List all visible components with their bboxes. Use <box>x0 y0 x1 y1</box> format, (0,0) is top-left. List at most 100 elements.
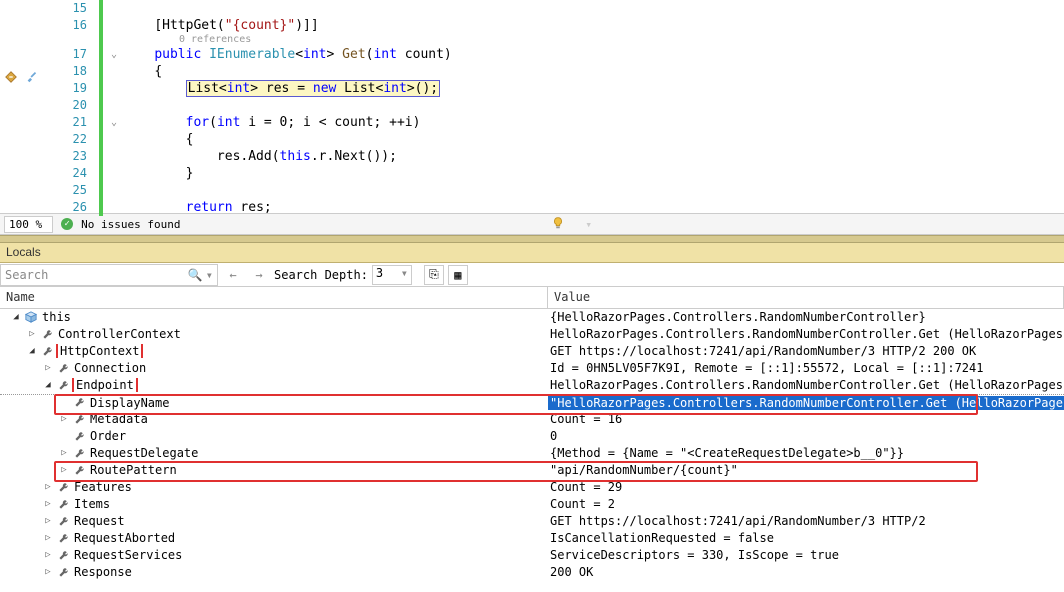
row-name: RequestAborted <box>72 531 175 545</box>
locals-row[interactable]: ▷ ControllerContext HelloRazorPages.Contro… <box>0 326 1064 343</box>
wrench-icon <box>56 361 70 375</box>
expand-toggle[interactable]: ▷ <box>42 566 54 578</box>
locals-row[interactable]: ▷ RequestServices ServiceDescriptors = 330… <box>0 547 1064 564</box>
row-name: Order <box>88 429 126 443</box>
line-numbers: 15 16 17 18 19 20 21 22 23 24 25 26 <box>42 0 97 213</box>
search-input[interactable]: Search 🔍 ▾ <box>0 264 218 286</box>
column-name[interactable]: Name <box>0 287 548 308</box>
locals-row[interactable]: ▷ Response 200 OK <box>0 564 1064 581</box>
wrench-icon <box>56 531 70 545</box>
wrench-icon <box>56 378 70 392</box>
expand-toggle[interactable] <box>58 430 70 442</box>
wrench-icon <box>56 565 70 579</box>
row-value: Count = 2 <box>548 497 1064 511</box>
code-editor[interactable]: 15 16 17 18 19 20 21 22 23 24 25 26 ⌄ ⌄ … <box>0 0 1064 213</box>
row-value: 200 OK <box>548 565 1064 579</box>
locals-row[interactable]: DisplayName "HelloRazorPages.Controllers.… <box>0 394 1064 411</box>
locals-row[interactable]: ▷ConnectionId = 0HN5LV05F7K9I, Remote = … <box>0 360 1064 377</box>
issues-text: No issues found <box>81 218 180 231</box>
code-area[interactable]: [HttpGet("{count}")]] 0 references publi… <box>123 0 1064 213</box>
row-name: RequestServices <box>72 548 182 562</box>
row-value: HelloRazorPages.Controllers.RandomNumber… <box>548 378 1064 392</box>
wrench-icon <box>56 548 70 562</box>
toolbar-button-1[interactable]: ⎘ <box>424 265 444 285</box>
locals-row[interactable]: ▷RequestGET https://localhost:7241/api/R… <box>0 513 1064 530</box>
expand-toggle[interactable]: ▷ <box>42 498 54 510</box>
locals-panel-header[interactable]: Locals <box>0 243 1064 263</box>
codelens-refs[interactable]: 0 references <box>123 34 1064 46</box>
row-value: "api/RandomNumber/{count}" <box>548 463 1064 477</box>
breakpoint-marker[interactable] <box>0 68 22 85</box>
wrench-icon <box>40 327 54 341</box>
wrench-icon <box>56 514 70 528</box>
expand-toggle[interactable]: ▷ <box>58 447 70 459</box>
expand-toggle[interactable]: ◢ <box>42 379 54 391</box>
locals-row[interactable]: ◢EndpointHelloRazorPages.Controllers.Ran… <box>0 377 1064 394</box>
locals-toolbar: Search 🔍 ▾ ← → Search Depth: 3▾ ⎘ ▦ <box>0 263 1064 287</box>
search-icon: 🔍 <box>188 268 203 282</box>
row-name: this <box>40 310 71 324</box>
row-name: Response <box>72 565 132 579</box>
wrench-icon <box>72 446 86 460</box>
row-name: RoutePattern <box>88 463 177 477</box>
row-name: Items <box>72 497 110 511</box>
zoom-dropdown[interactable]: 100 % <box>4 216 53 233</box>
search-prev-button[interactable]: ← <box>222 264 244 286</box>
row-value: {Method = {Name = "<CreateRequestDelegat… <box>548 446 1064 460</box>
row-name: RequestDelegate <box>88 446 198 460</box>
collapse-icon[interactable]: ⌄ <box>105 46 123 63</box>
wrench-icon <box>56 497 70 511</box>
locals-tree[interactable]: ◢ this {HelloRazorPages.Controllers.Random… <box>0 309 1064 581</box>
wrench-icon <box>72 429 86 443</box>
row-name: ControllerContext <box>56 327 181 341</box>
panel-splitter[interactable] <box>0 235 1064 243</box>
locals-row[interactable]: Order0 <box>0 428 1064 445</box>
chevron-down-icon[interactable]: ▾ <box>206 268 213 282</box>
column-value[interactable]: Value <box>548 287 1064 308</box>
collapse-icon[interactable]: ⌄ <box>105 114 123 131</box>
expand-toggle[interactable]: ▷ <box>42 515 54 527</box>
expand-toggle[interactable]: ◢ <box>26 345 38 357</box>
locals-row[interactable]: ▷ Features Count = 29 <box>0 479 1064 496</box>
expand-toggle[interactable]: ▷ <box>26 328 38 340</box>
row-value: IsCancellationRequested = false <box>548 531 1064 545</box>
row-name: Connection <box>72 361 146 375</box>
breakpoint-gutter[interactable] <box>0 0 22 213</box>
expand-toggle[interactable]: ▷ <box>42 549 54 561</box>
expand-toggle[interactable]: ◢ <box>10 311 22 323</box>
row-name: Request <box>72 514 125 528</box>
wrench-icon <box>72 463 86 477</box>
locals-row[interactable]: ◢HttpContextGET https://localhost:7241/a… <box>0 343 1064 360</box>
lightbulb-icon[interactable] <box>551 216 565 233</box>
search-depth-input[interactable]: 3▾ <box>372 265 412 285</box>
row-name: HttpContext <box>56 344 143 358</box>
expand-toggle[interactable]: ▷ <box>58 413 70 425</box>
expand-toggle[interactable]: ▷ <box>42 532 54 544</box>
locals-row[interactable]: ▷ Items Count = 2 <box>0 496 1064 513</box>
toolbar-button-2[interactable]: ▦ <box>448 265 468 285</box>
row-value: ServiceDescriptors = 330, IsScope = true <box>548 548 1064 562</box>
wrench-icon <box>40 344 54 358</box>
locals-row[interactable]: ▷ RoutePattern "api/RandomNumber/{count}" <box>0 462 1064 479</box>
row-name: Metadata <box>88 412 148 426</box>
row-value: HelloRazorPages.Controllers.RandomNumber… <box>548 327 1064 341</box>
expand-toggle[interactable]: ▷ <box>42 481 54 493</box>
row-name: Features <box>72 480 132 494</box>
locals-row[interactable]: ▷ RequestDelegate {Method = {Name = "<Crea… <box>0 445 1064 462</box>
brush-icon <box>22 68 42 85</box>
row-value: "HelloRazorPages.Controllers.RandomNumbe… <box>548 396 1064 410</box>
expand-toggle[interactable] <box>58 397 70 409</box>
locals-row[interactable]: ◢ this {HelloRazorPages.Controllers.Random… <box>0 309 1064 326</box>
expand-toggle[interactable]: ▷ <box>42 362 54 374</box>
check-icon: ✓ <box>61 218 73 230</box>
row-value: Count = 29 <box>548 480 1064 494</box>
object-icon <box>24 310 38 324</box>
fold-gutter[interactable]: ⌄ ⌄ <box>105 0 123 213</box>
locals-row[interactable]: ▷MetadataCount = 16 <box>0 411 1064 428</box>
row-value: {HelloRazorPages.Controllers.RandomNumbe… <box>548 310 1064 324</box>
locals-grid-header[interactable]: Name Value <box>0 287 1064 309</box>
locals-row[interactable]: ▷ RequestAborted IsCancellationRequested =… <box>0 530 1064 547</box>
expand-toggle[interactable]: ▷ <box>58 464 70 476</box>
row-name: DisplayName <box>88 396 169 410</box>
search-next-button[interactable]: → <box>248 264 270 286</box>
